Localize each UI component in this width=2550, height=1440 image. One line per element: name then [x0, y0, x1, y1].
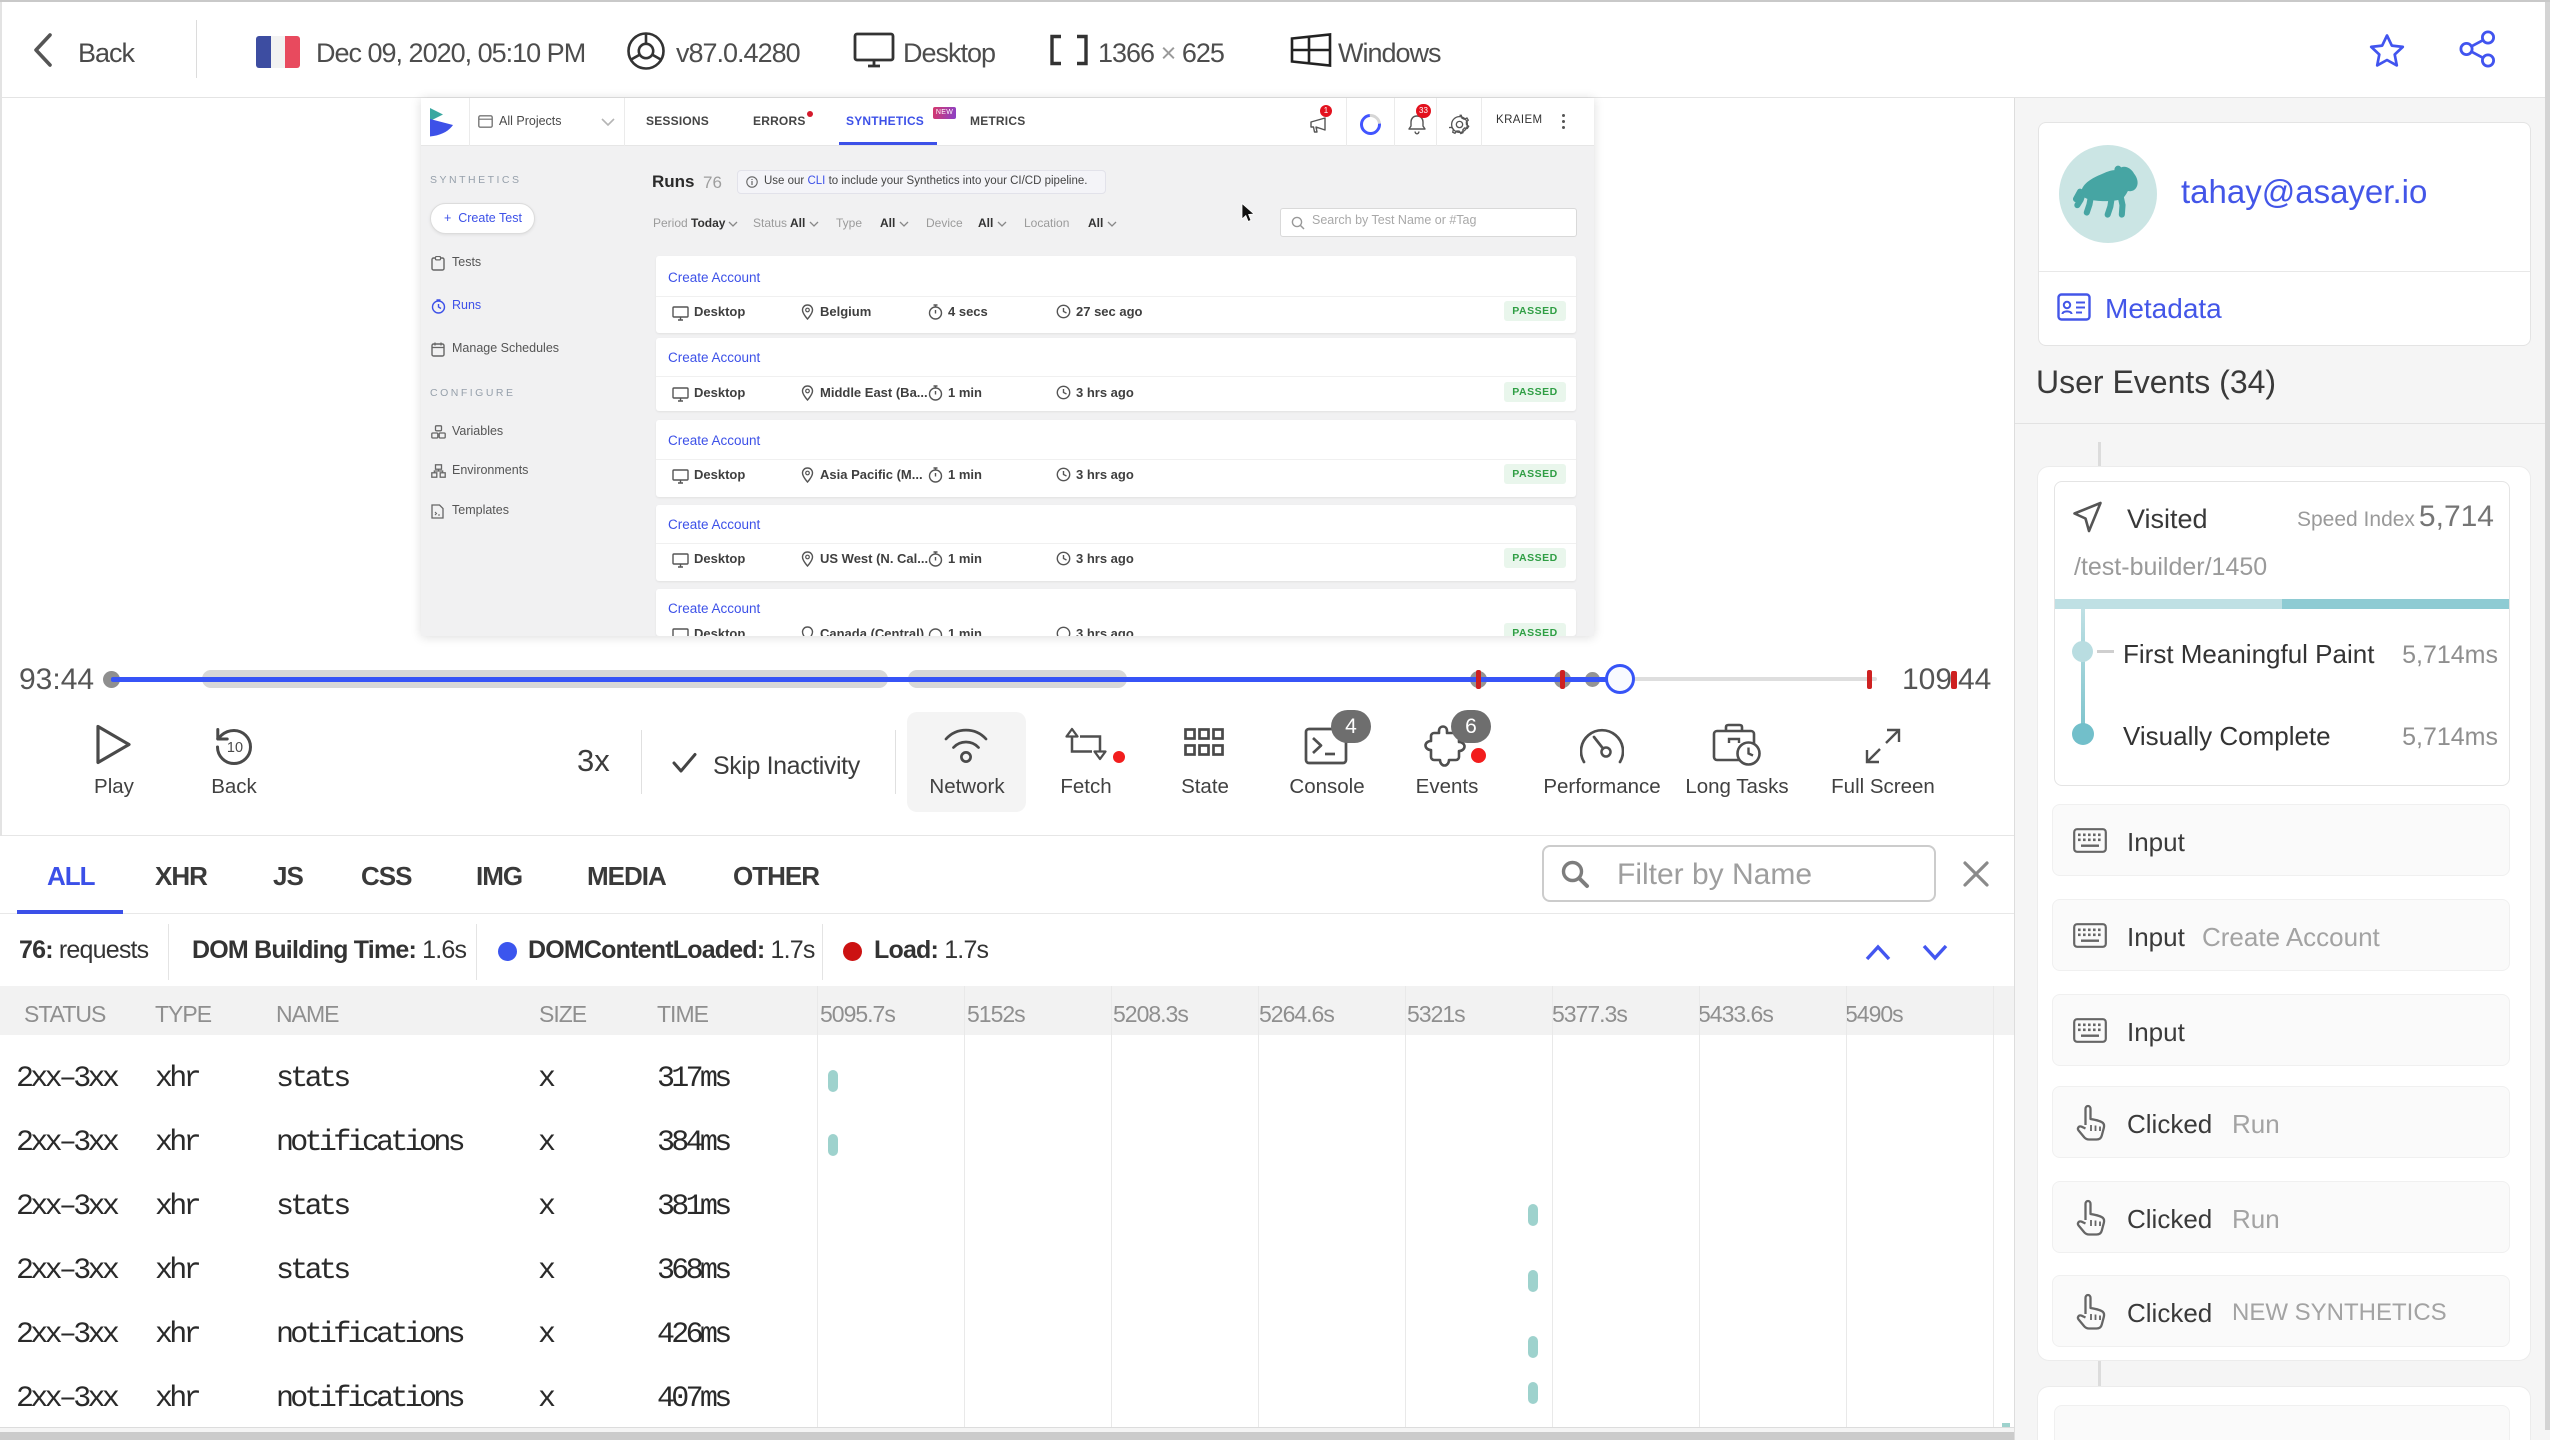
- svg-text:10: 10: [227, 740, 243, 756]
